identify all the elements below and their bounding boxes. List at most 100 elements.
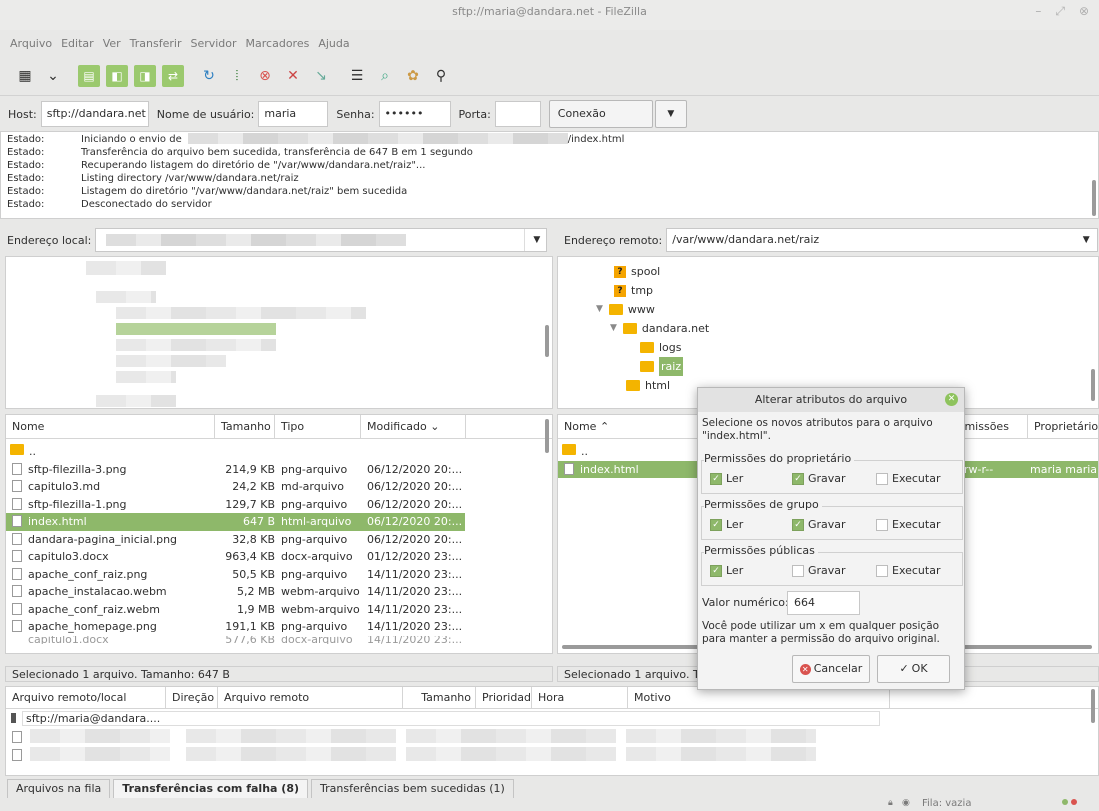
file-icon	[12, 462, 22, 475]
menu-arquivo[interactable]: Arquivo	[10, 37, 52, 50]
group-write-checkbox[interactable]: ✓ Gravar	[792, 518, 846, 531]
queue-row[interactable]: sftp://maria@dandara....	[6, 709, 1098, 727]
folder-icon	[640, 361, 654, 372]
group-read-checkbox[interactable]: ✓ Ler	[710, 518, 743, 531]
expand-arrow-icon[interactable]: ▼	[596, 300, 603, 319]
sync-browsing-icon[interactable]: ✿	[402, 65, 424, 87]
menu-ajuda[interactable]: Ajuda	[318, 37, 349, 50]
local-file-row-partial[interactable]: capitulo1.docx 577,6 KB docx-arquivo 14/11/…	[6, 636, 552, 644]
remote-tree-scrollbar[interactable]	[1091, 369, 1095, 401]
username-label: Nome de usuário:	[156, 107, 255, 121]
file-icon	[12, 602, 22, 615]
column-remote-file[interactable]: Arquivo remoto	[218, 687, 403, 709]
local-file-row-parent[interactable]: ..	[6, 443, 552, 461]
tab-failed-transfers[interactable]: Transferências com falha (8)	[113, 779, 308, 798]
local-file-row[interactable]: sftp-filezilla-1.png 129,7 KB png-arquivo 0…	[6, 496, 552, 514]
tree-item-www[interactable]: ▼ www	[596, 300, 655, 319]
folder-icon	[626, 380, 640, 391]
port-input[interactable]	[494, 101, 541, 127]
directory-compare-icon[interactable]: ☰	[346, 65, 368, 87]
local-list-scrollbar[interactable]	[545, 419, 549, 453]
local-file-row-selected[interactable]: index.html 647 Bhtml-arquivo 06/12/2020 20…	[6, 513, 465, 531]
tree-item-html[interactable]: html	[626, 376, 670, 395]
local-file-row[interactable]: apache_conf_raiz.png 50,5 KB png-arquivo 14…	[6, 566, 552, 584]
column-direction[interactable]: Direção	[166, 687, 218, 709]
numeric-value-input[interactable]: 664	[787, 591, 860, 615]
column-modified[interactable]: Modificado ⌄	[361, 415, 466, 439]
toggle-local-tree-icon[interactable]: ◧	[106, 64, 128, 87]
toggle-remote-tree-icon[interactable]: ◨	[134, 64, 156, 87]
column-remote-local[interactable]: Arquivo remoto/local	[6, 687, 166, 709]
owner-write-checkbox[interactable]: ✓ Gravar	[792, 472, 846, 485]
public-write-checkbox[interactable]: Gravar	[792, 564, 846, 577]
tree-item-raiz[interactable]: raiz	[640, 357, 684, 376]
sort-chevron-up-icon: ⌃	[599, 419, 610, 433]
quickconnect-button[interactable]: Conexão rápida	[548, 100, 653, 146]
tab-successful-transfers[interactable]: Transferências bem sucedidas (1)	[311, 779, 514, 798]
remote-address-input[interactable]: /var/www/dandara.net/raiz ▼	[666, 228, 1099, 252]
remote-address-dropdown-icon[interactable]: ▼	[1075, 229, 1097, 251]
tab-queued-files[interactable]: Arquivos na fila	[7, 779, 111, 798]
tree-item-dandara-net[interactable]: ▼ dandara.net	[610, 319, 709, 338]
column-size[interactable]: Tamanho	[215, 415, 275, 439]
cancel-operation-icon[interactable]: ⊗	[254, 65, 276, 87]
maximize-icon[interactable]: ⤢	[1055, 4, 1065, 18]
local-file-row[interactable]: apache_instalacao.webm 5,2 MB webm-arquivo…	[6, 583, 552, 601]
owner-execute-checkbox[interactable]: Executar	[876, 472, 941, 485]
local-address-input[interactable]: ▼	[95, 228, 548, 252]
quickconnect-dropdown-icon[interactable]: ▼	[654, 100, 687, 128]
process-queue-icon[interactable]: ⦙	[226, 65, 248, 87]
column-time[interactable]: Hora	[532, 687, 628, 709]
public-execute-checkbox[interactable]: Executar	[876, 564, 941, 577]
owner-read-checkbox[interactable]: ✓ Ler	[710, 472, 743, 485]
local-address-dropdown-icon[interactable]: ▼	[524, 229, 548, 251]
tree-item-tmp[interactable]: ? tmp	[614, 281, 653, 300]
host-input[interactable]: sftp://dandara.net	[40, 101, 149, 127]
cancel-button[interactable]: ✕ Cancelar	[792, 655, 870, 683]
local-file-row[interactable]: capitulo3.docx 963,4 KB docx-arquivo 01/12/…	[6, 548, 552, 566]
column-name[interactable]: Nome ⌃	[558, 415, 698, 439]
password-input[interactable]: ••••••	[378, 101, 451, 127]
expand-arrow-icon[interactable]: ▼	[610, 319, 617, 338]
local-file-row[interactable]: apache_conf_raiz.webm 1,9 MB webm-arquivo 1…	[6, 601, 552, 619]
column-priority[interactable]: Prioridad	[476, 687, 532, 709]
menu-transferir[interactable]: Transferir	[130, 37, 182, 50]
menu-servidor[interactable]: Servidor	[190, 37, 236, 50]
local-file-row[interactable]: sftp-filezilla-3.png 214,9 KB png-arquivo 0…	[6, 461, 552, 479]
toggle-queue-icon[interactable]: ⇄	[162, 64, 184, 87]
log-scrollbar[interactable]	[1092, 180, 1096, 216]
local-file-row[interactable]: apache_homepage.png 191,1 KB png-arquivo 14…	[6, 618, 552, 636]
username-input[interactable]: maria	[258, 101, 329, 127]
search-icon[interactable]: ⌕	[374, 65, 396, 87]
tree-item-spool[interactable]: ? spool	[614, 262, 660, 281]
disconnect-icon[interactable]: ✕	[282, 65, 304, 87]
refresh-icon[interactable]: ↻	[198, 65, 220, 87]
site-manager-dropdown-icon[interactable]: ⌄	[42, 65, 64, 87]
column-type[interactable]: Tipo	[275, 415, 361, 439]
toggle-log-icon[interactable]: ▤	[78, 64, 100, 87]
column-size[interactable]: Tamanho	[403, 687, 476, 709]
minimize-icon[interactable]: –	[1035, 4, 1041, 18]
menu-ver[interactable]: Ver	[103, 37, 121, 50]
local-file-row[interactable]: capitulo3.md 24,2 KB md-arquivo 06/12/2020 …	[6, 478, 552, 496]
menu-editar[interactable]: Editar	[61, 37, 94, 50]
tree-item-logs[interactable]: logs	[640, 338, 682, 357]
queue-scrollbar[interactable]	[1091, 689, 1095, 723]
folder-icon	[608, 304, 623, 315]
local-file-row[interactable]: dandara-pagina_inicial.png 32,8 KB png-arq…	[6, 531, 552, 549]
group-execute-checkbox[interactable]: Executar	[876, 518, 941, 531]
reconnect-icon[interactable]: ↘	[310, 65, 332, 87]
column-owner[interactable]: Proprietário/	[1028, 415, 1098, 439]
site-manager-icon[interactable]: ▦	[14, 65, 36, 87]
local-tree[interactable]	[5, 256, 553, 409]
find-files-icon[interactable]: ⚲	[430, 65, 452, 87]
file-icon	[12, 515, 22, 527]
dialog-close-icon[interactable]: ✕	[945, 393, 958, 406]
column-name[interactable]: Nome	[6, 415, 215, 439]
public-read-checkbox[interactable]: ✓ Ler	[710, 564, 743, 577]
local-tree-scrollbar[interactable]	[545, 325, 549, 357]
menu-marcadores[interactable]: Marcadores	[246, 37, 310, 50]
close-icon[interactable]: ⊗	[1079, 4, 1089, 18]
public-permissions-group: Permissões públicas ✓ Ler Gravar Executar	[701, 544, 963, 586]
ok-button[interactable]: ✓ OK	[877, 655, 950, 683]
